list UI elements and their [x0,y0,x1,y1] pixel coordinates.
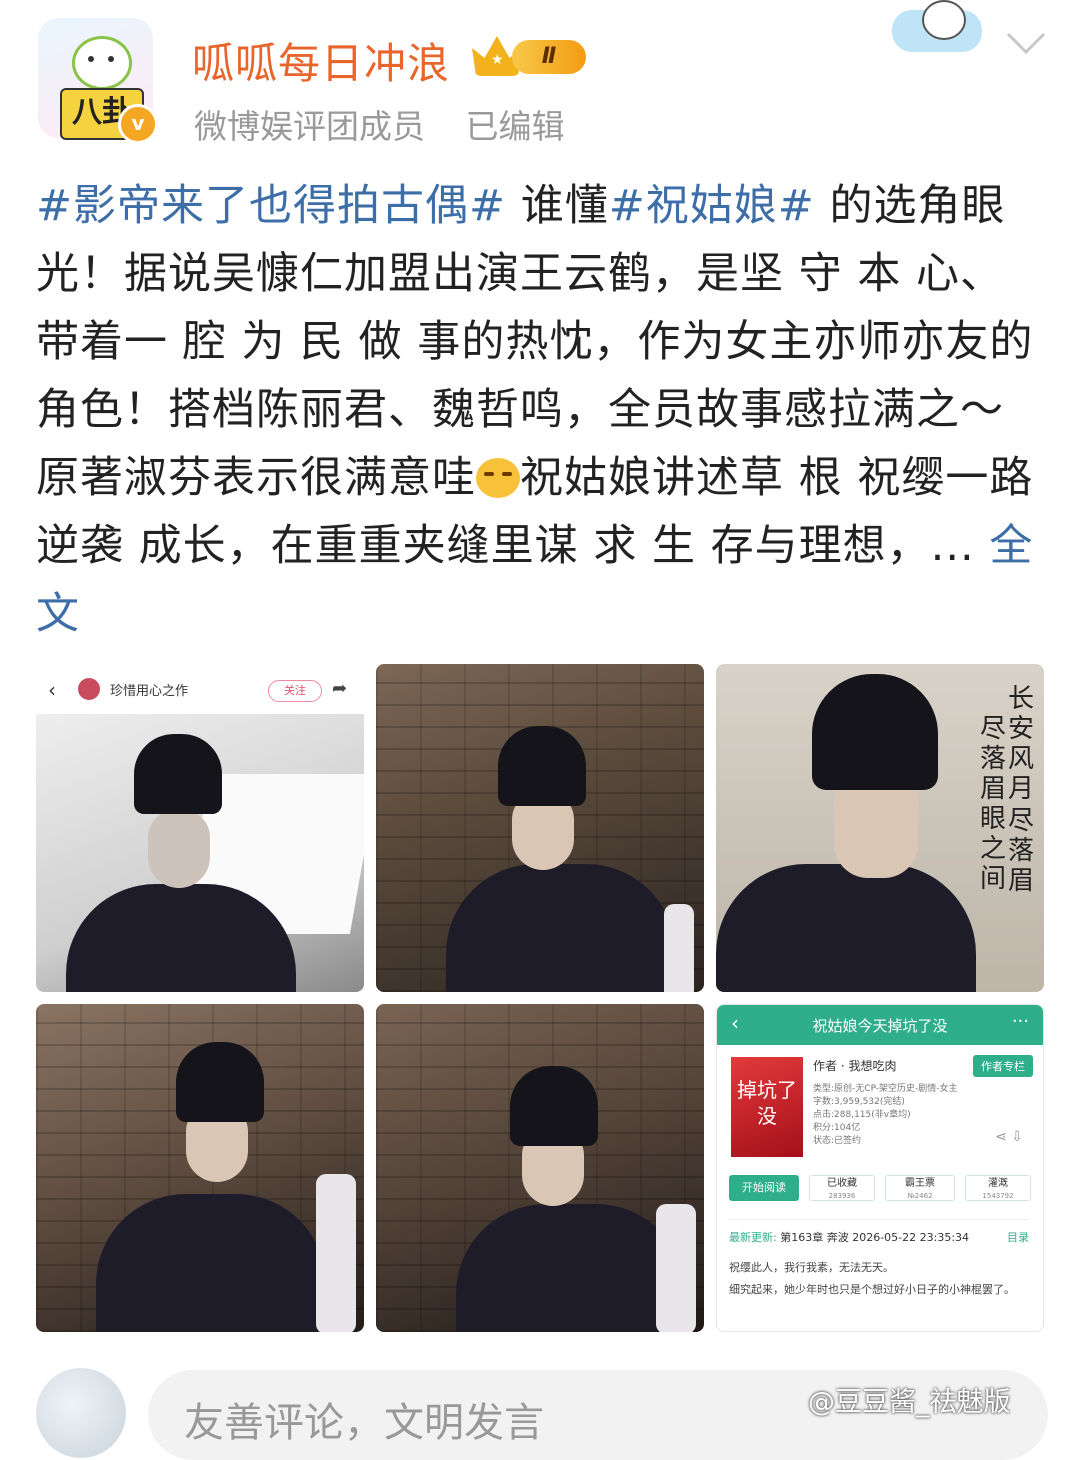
sticker-decoration [882,0,994,56]
water-label: 灌溉 [988,1178,1008,1189]
post-text-segment: 谁懂 [506,181,609,231]
more-icon: ··· [1011,1011,1029,1032]
screenshot-username: 珍惜用心之作 [110,684,189,699]
water-count: 1543792 [982,1192,1014,1200]
hashtag-link[interactable]: #祝姑娘# [609,181,815,231]
stage-light [664,904,694,992]
excerpt-line: 祝缨此人，我行我素，无法无天。 [729,1261,894,1274]
meta-line: 积分:104亿 [813,1123,861,1133]
toc-link: 目录 [1007,1231,1029,1244]
poem-column: 长安风月 [1007,684,1034,804]
ticket-label: 霸王票 [905,1178,935,1189]
edited-label: 已编辑 [465,107,565,146]
photo [36,714,364,992]
share-icon: ➦ [332,678,348,699]
poem-column: 尽落眉眼之间 [979,714,1006,894]
ticket-count: №2462 [907,1192,933,1200]
water-button: 灌溉 1543792 [965,1175,1031,1201]
meta-line: 状态:已签约 [813,1136,862,1146]
collect-button: 已收藏 283936 [809,1175,875,1201]
avatar-eye [108,56,114,62]
follow-button: 关注 [268,680,322,702]
chevron-down-icon[interactable] [1004,28,1048,58]
book-meta: 类型:原创-无CP-架空历史-剧情-女主 字数:3,959,532(完结) 点击… [813,1083,958,1148]
app-header: ‹ 祝姑娘今天掉坑了没 ··· [717,1005,1043,1045]
user-role: 微博娱评团成员 [194,107,425,146]
back-icon: ‹ [48,678,56,702]
latest-update: 最新更新: 第163章 奔波 2026-05-22 23:35:34 [729,1229,969,1245]
watermark: @豆豆酱_祛魅版 [808,1387,1011,1418]
post-image-2[interactable] [376,664,704,992]
username[interactable]: 呱呱每日冲浪 [192,30,450,91]
verified-badge-icon: v [118,104,158,144]
excerpt-line: 细究起来，她少年时也只是个想过好小日子的小神棍罢了。 [729,1283,1015,1296]
emoji-icon [476,458,520,498]
rank-badge[interactable]: ★ Ⅱ [472,30,590,80]
post-text: #影帝来了也得拍古偶# 谁懂#祝姑娘# 的选角眼光！据说吴慷仁加盟出演王云鹤，是… [36,172,1046,648]
start-reading-button: 开始阅读 [729,1175,799,1201]
rank-level: Ⅱ [512,40,586,74]
collect-label: 已收藏 [827,1178,857,1189]
author-column-button: 作者专栏 [973,1055,1033,1077]
share-download-icons: ⋖ ⇩ [995,1129,1023,1145]
hashtag-link[interactable]: #影帝来了也得拍古偶# [36,181,506,231]
hat [498,726,586,806]
post-image-5[interactable] [376,1004,704,1332]
hat [134,734,222,814]
user-avatar[interactable]: 八卦 v [30,8,160,148]
star-icon: ★ [491,52,504,68]
commenter-avatar[interactable] [36,1368,126,1458]
robe [446,864,676,992]
ticket-button: 霸王票 №2462 [885,1175,955,1201]
update-label: 最新更新: [729,1231,777,1244]
stage-light [316,1174,356,1332]
hat [176,1042,264,1122]
post-image-3[interactable]: 长安风月 尽落眉 尽落眉眼之间 [716,664,1044,992]
poem-column: 尽落眉 [1007,806,1034,896]
app-title: 祝姑娘今天掉坑了没 [812,1017,948,1035]
divider [729,1219,1029,1220]
hat [812,674,938,790]
post-image-6[interactable]: ‹ 祝姑娘今天掉坑了没 ··· 掉坑了没 作者 · 我想吃肉 作者专栏 类型:原… [716,1004,1044,1332]
avatar-character [72,36,132,90]
screenshot-topbar: ‹ 珍惜用心之作 关注 ➦ [36,664,364,714]
update-text: 第163章 奔波 2026-05-22 23:35:34 [780,1231,970,1244]
post-image-4[interactable] [36,1004,364,1332]
avatar-eye [88,56,94,62]
meta-line: 类型:原创-无CP-架空历史-剧情-女主 [813,1084,958,1094]
meta-line: 字数:3,959,532(完结) [813,1097,905,1107]
post-image-1[interactable]: ‹ 珍惜用心之作 关注 ➦ [36,664,364,992]
book-author: 作者 · 我想吃肉 [813,1059,897,1073]
avatar [78,678,100,700]
collect-count: 283936 [828,1192,856,1200]
stage-light [656,1204,696,1332]
book-cover: 掉坑了没 [731,1057,803,1157]
robe [716,864,976,992]
book-excerpt: 祝缨此人，我行我素，无法无天。 细究起来，她少年时也只是个想过好小日子的小神棍罢… [729,1257,1031,1301]
sticker-character [922,0,966,40]
robe [96,1194,326,1332]
meta-line: 点击:288,115(非v章均) [813,1110,911,1120]
hat [510,1066,598,1146]
face [148,810,210,888]
comment-placeholder: 友善评论，文明发言 [184,1400,544,1446]
user-subtitle: 微博娱评团成员 已编辑 [194,100,595,148]
robe [456,1204,686,1332]
book-actions: 开始阅读 已收藏 283936 霸王票 №2462 灌溉 1543792 [729,1175,1031,1203]
